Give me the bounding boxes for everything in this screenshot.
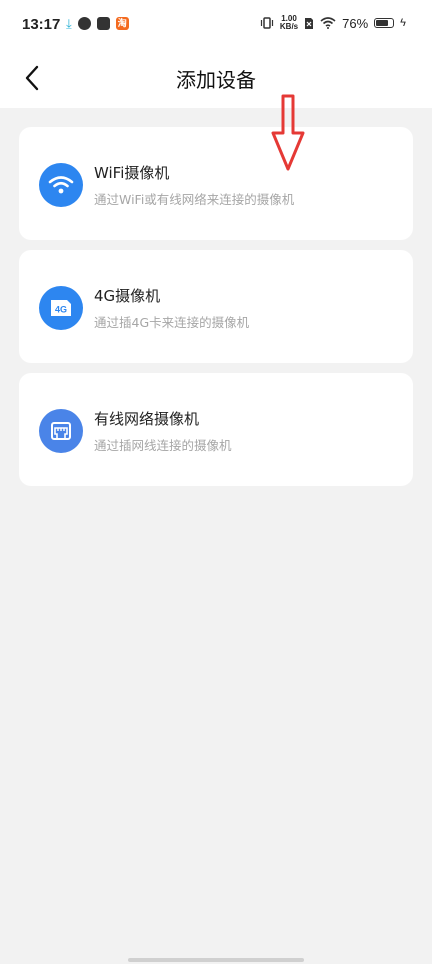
charging-icon: ϟ [400, 17, 406, 29]
device-option-4g-camera[interactable]: 4G 4G摄像机 通过插4G卡来连接的摄像机 [19, 250, 413, 363]
wired-camera-icon-badge [39, 409, 83, 453]
wifi-camera-icon-badge [39, 163, 83, 207]
battery-icon [374, 18, 395, 28]
ethernet-port-icon [51, 422, 71, 440]
4g-icon-label: 4G [55, 305, 67, 315]
device-option-title: 4G摄像机 [94, 287, 161, 305]
page-title: 添加设备 [176, 68, 256, 92]
net-speed: 1.00 KB/s [280, 15, 298, 31]
notification-icons: ⤓ 淘 [66, 17, 129, 30]
status-bar: 13:17 ⤓ 淘 1.00 KB/s 76% ϟ [0, 0, 432, 52]
device-option-description: 通过插网线连接的摄像机 [94, 438, 232, 453]
4g-icon: 4G [51, 300, 71, 316]
battery-percent: 76% [342, 15, 369, 31]
4g-camera-icon-badge: 4G [39, 286, 83, 330]
device-option-title: 有线网络摄像机 [94, 410, 200, 428]
device-option-title: WiFi摄像机 [94, 164, 170, 182]
down-arrow-icon [271, 94, 305, 171]
taobao-icon: 淘 [115, 17, 129, 30]
navigation-bar: 添加设备 [0, 52, 432, 108]
download-icon: ⤓ [66, 16, 72, 31]
home-indicator[interactable] [128, 958, 304, 962]
mail-icon [96, 17, 110, 30]
sim-off-icon [305, 17, 314, 29]
system-icons: 1.00 KB/s 76% ϟ [260, 15, 406, 31]
vibrate-icon [260, 17, 274, 29]
wifi-icon [320, 17, 336, 29]
device-option-wifi-camera[interactable]: WiFi摄像机 通过WiFi或有线网络来连接的摄像机 [19, 127, 413, 240]
device-option-description: 通过插4G卡来连接的摄像机 [94, 315, 250, 330]
net-speed-unit: KB/s [279, 22, 299, 31]
wifi-icon [48, 176, 74, 194]
app-icon [77, 17, 91, 30]
status-time: 13:17 [22, 16, 61, 33]
device-option-description: 通过WiFi或有线网络来连接的摄像机 [94, 192, 295, 207]
device-option-wired-camera[interactable]: 有线网络摄像机 通过插网线连接的摄像机 [19, 373, 413, 486]
